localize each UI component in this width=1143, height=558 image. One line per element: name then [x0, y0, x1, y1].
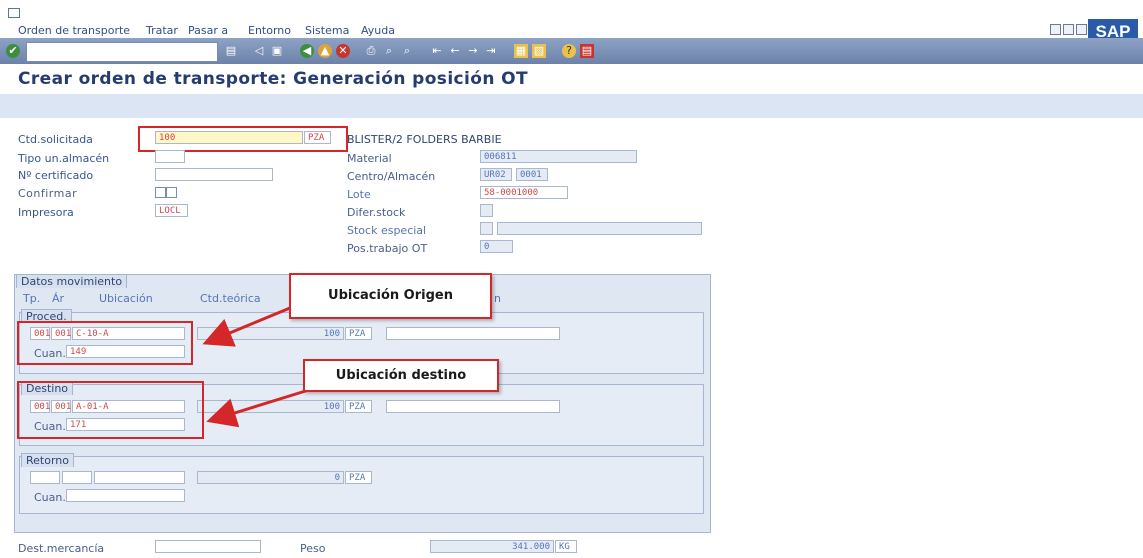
- callout-ubicacion-destino: Ubicación destino: [303, 359, 499, 392]
- callout-arrows: [202, 306, 313, 428]
- arrow-origen: [202, 306, 291, 347]
- arrow-destino: [206, 387, 313, 428]
- callout-ubicacion-origen: Ubicación Origen: [289, 273, 492, 319]
